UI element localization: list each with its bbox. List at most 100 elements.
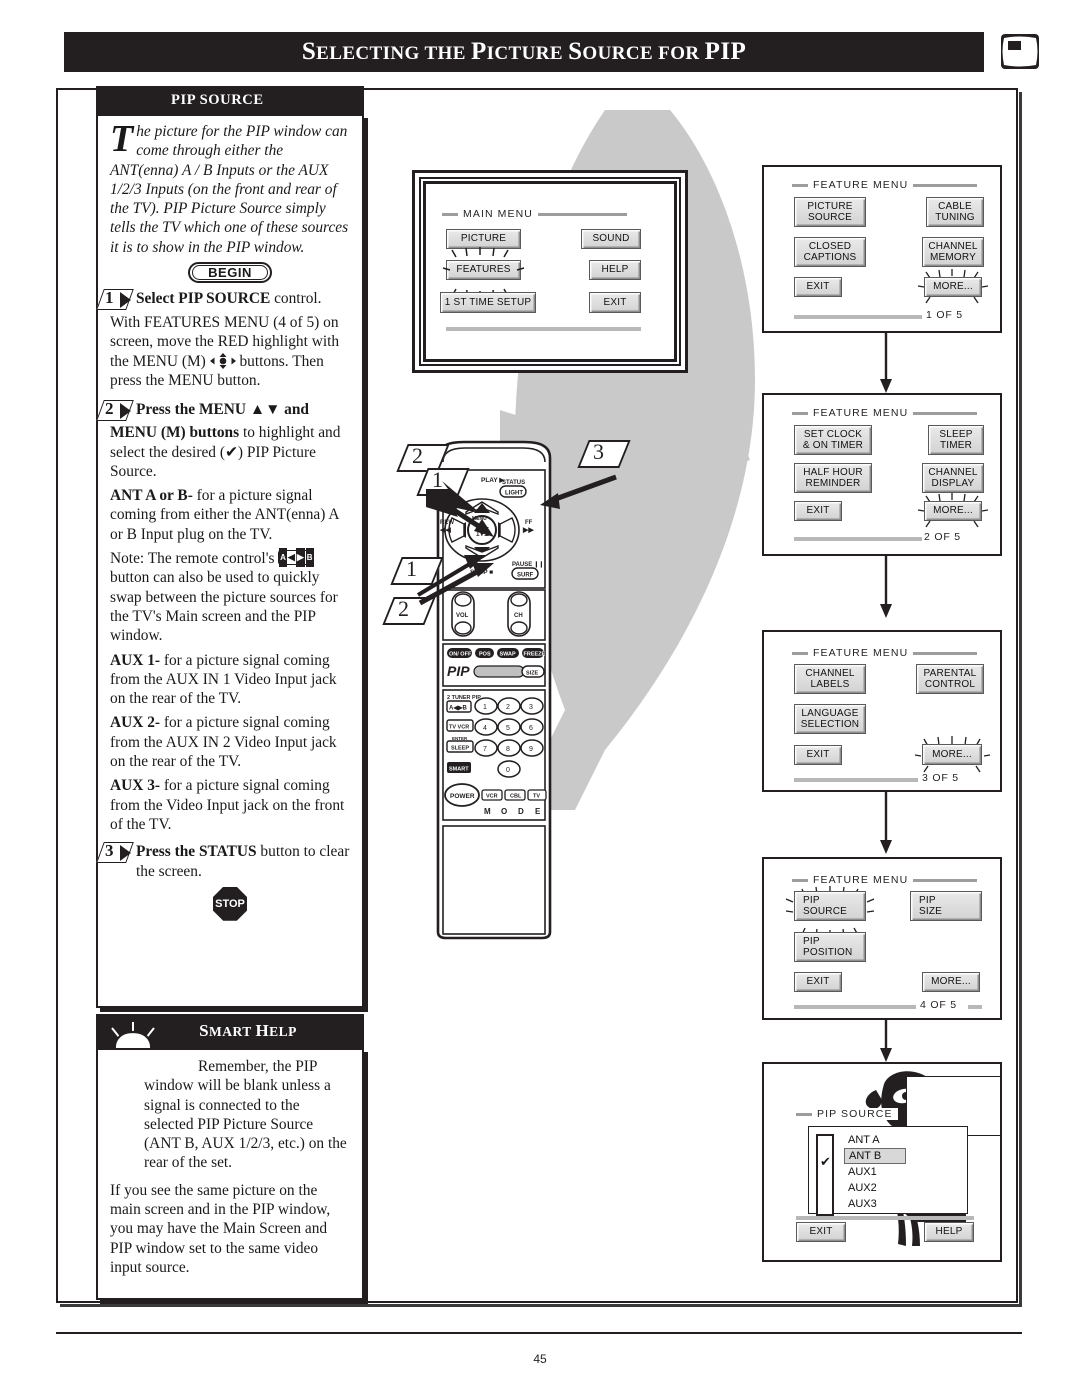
step-1-rest: control.: [270, 290, 322, 308]
feature-menu-1-exit-button[interactable]: EXIT: [794, 277, 842, 297]
feature-menu-2-half-hour-reminder-label: HALF HOUR REMINDER: [803, 466, 863, 490]
feature-menu-4-pip-source-button[interactable]: PIP SOURCE: [794, 891, 866, 921]
feature-menu-2-exit-button[interactable]: EXIT: [794, 501, 842, 521]
svg-text:2 TUNER PIP: 2 TUNER PIP: [447, 695, 481, 701]
feature-menu-2-sleep-timer-button[interactable]: SLEEP TIMER: [928, 425, 984, 455]
feature-menu-1-picture-source-label: PICTURE SOURCE: [807, 200, 853, 224]
feature-menu-2-channel-display-label: CHANNEL DISPLAY: [928, 466, 978, 490]
svg-text:6: 6: [529, 725, 533, 732]
svg-text:PIP: PIP: [447, 663, 470, 679]
feature-menu-3-exit-label: EXIT: [806, 749, 830, 761]
feature-menu-3-language-selection-button[interactable]: LANGUAGE SELECTION: [794, 704, 866, 734]
feature-menu-1-closed-captions-button[interactable]: CLOSED CAPTIONS: [794, 237, 866, 267]
svg-text:O: O: [501, 807, 507, 816]
feature-menu-1-title: FEATURE MENU: [792, 179, 977, 191]
feature-menu-4-pip-position-label: PIP POSITION: [803, 935, 853, 959]
flow-arrow-2-to-3: [880, 556, 892, 618]
feature-menu-3-channel-labels-button[interactable]: CHANNEL LABELS: [794, 664, 866, 694]
pip-option-ant-a-label: ANT A: [848, 1134, 880, 1146]
main-menu-features-button[interactable]: FEATURES: [446, 260, 521, 280]
feature-menu-3-parental-control-label: PARENTAL CONTROL: [923, 667, 977, 691]
feature-menu-4-more-button[interactable]: MORE...: [922, 972, 980, 992]
smart-help-paragraph-1: Remember, the PIP window will be blank u…: [110, 1057, 350, 1173]
feature-menu-1-exit-label: EXIT: [806, 281, 830, 293]
feature-menu-1-more-button[interactable]: MORE...: [924, 277, 982, 297]
step-2-body: MENU (M) buttons to highlight and select…: [110, 423, 350, 481]
step-1-body: With FEATURES MENU (4 of 5) on screen, m…: [110, 313, 350, 390]
pip-option-ant-b[interactable]: ANT B: [844, 1148, 906, 1164]
main-menu-sound-label: SOUND: [592, 233, 630, 245]
svg-text:3: 3: [529, 704, 533, 711]
svg-text:FREEZE: FREEZE: [524, 652, 546, 658]
feature-menu-2-more-button[interactable]: MORE...: [924, 501, 982, 521]
pip-source-exit-button[interactable]: EXIT: [796, 1222, 846, 1242]
main-menu-sound-button[interactable]: SOUND: [581, 229, 641, 249]
flow-arrow-1-to-2: [880, 333, 892, 393]
svg-text:9: 9: [529, 746, 533, 753]
svg-text:POWER: POWER: [450, 793, 475, 800]
main-menu-picture-button[interactable]: PICTURE: [446, 229, 521, 249]
step-1-number-badge: 1: [96, 288, 136, 311]
feature-menu-4-pip-size-button[interactable]: PIP SIZE: [910, 891, 982, 921]
step-2: 2 Press the MENU ▲▼ and: [96, 399, 350, 422]
pip-tv-icon: [1001, 34, 1039, 69]
pip-option-ant-a[interactable]: ANT A: [844, 1132, 906, 1148]
feature-menu-2-channel-display-button[interactable]: CHANNEL DISPLAY: [922, 463, 984, 493]
svg-text:ON/ OFF: ON/ OFF: [449, 652, 472, 658]
feature-menu-4-page-count: 4 OF 5: [920, 999, 957, 1011]
pip-option-aux3[interactable]: AUX3: [844, 1196, 906, 1212]
feature-menu-4-more-label: MORE...: [931, 976, 971, 988]
smart-help-panel: Remember, the PIP window will be blank u…: [96, 1048, 364, 1300]
aux1-paragraph: AUX 1- for a picture signal coming from …: [110, 651, 350, 709]
svg-text:A◀▶B: A◀▶B: [449, 705, 468, 712]
step-3-number: 3: [105, 841, 114, 861]
aux2-paragraph: AUX 2- for a picture signal coming from …: [110, 713, 350, 771]
feature-menu-2-set-clock-button[interactable]: SET CLOCK & ON TIMER: [794, 425, 872, 455]
feature-menu-3-parental-control-button[interactable]: PARENTAL CONTROL: [916, 664, 984, 694]
svg-text:7: 7: [483, 746, 487, 753]
svg-text:SIZE: SIZE: [526, 671, 539, 677]
svg-text:M: M: [484, 807, 491, 816]
feature-menu-4-exit-label: EXIT: [806, 976, 830, 988]
left-instruction-panel: The picture for the PIP window can come …: [96, 114, 364, 1008]
pip-option-aux1[interactable]: AUX1: [844, 1164, 906, 1180]
feature-menu-4-pip-source-label: PIP SOURCE: [803, 894, 847, 918]
tv-main-menu-illustration: MAIN MENU PICTURE FEATURES 1 ST TIME SET…: [412, 170, 688, 373]
main-menu-features-label: FEATURES: [456, 264, 511, 276]
svg-text:8: 8: [506, 746, 510, 753]
step-3: 3 Press the STATUS button to clear the s…: [96, 841, 350, 881]
check-column: ✔: [816, 1134, 834, 1216]
feature-menu-1-cable-tuning-button[interactable]: CABLE TUNING: [926, 197, 984, 227]
note-paragraph: Note: The remote control's A ◀ ▶ B button c…: [110, 547, 350, 645]
feature-menu-1-picture-source-button[interactable]: PICTURE SOURCE: [794, 197, 866, 227]
feature-menu-2-exit-label: EXIT: [806, 505, 830, 517]
feature-menu-3-more-button[interactable]: MORE...: [922, 744, 982, 765]
feature-menu-3-exit-button[interactable]: EXIT: [794, 745, 842, 765]
pip-option-aux2[interactable]: AUX2: [844, 1180, 906, 1196]
feature-menu-2-frame: FEATURE MENU SET CLOCK & ON TIMER HALF H…: [762, 393, 1002, 556]
aux1-label: AUX 1-: [110, 651, 161, 669]
ant-label: ANT A or B-: [110, 487, 193, 505]
main-menu-exit-button[interactable]: EXIT: [589, 292, 641, 313]
feature-menu-2-sleep-timer-label: SLEEP TIMER: [939, 428, 973, 452]
main-menu-first-time-setup-button[interactable]: 1 ST TIME SETUP: [440, 292, 536, 313]
drop-cap: T: [110, 118, 134, 160]
feature-menu-2-half-hour-reminder-button[interactable]: HALF HOUR REMINDER: [794, 463, 872, 493]
smart-help-text-1: Remember, the PIP window will be blank u…: [144, 1058, 347, 1172]
feature-menu-4-pip-position-button[interactable]: PIP POSITION: [794, 932, 866, 962]
feature-menu-3-channel-labels-label: CHANNEL LABELS: [805, 667, 855, 691]
feature-menu-1-channel-memory-button[interactable]: CHANNEL MEMORY: [922, 237, 984, 267]
feature-menu-4-exit-button[interactable]: EXIT: [794, 972, 842, 992]
svg-text:0: 0: [506, 767, 510, 774]
feature-menu-1-title-label: FEATURE MENU: [813, 179, 909, 191]
main-menu-picture-label: PICTURE: [460, 233, 507, 245]
smart-help-paragraph-2: If you see the same picture on the main …: [110, 1181, 350, 1277]
svg-text:ENTER: ENTER: [452, 736, 468, 741]
begin-label: BEGIN: [208, 265, 252, 281]
main-menu-help-button[interactable]: HELP: [589, 260, 641, 280]
step-2-bold: Press the MENU ▲▼ and: [136, 401, 309, 419]
pip-source-screen-frame: PIP SOURCE ✔ ANT A ANT B AUX1 AUX2 AUX3 …: [762, 1062, 1002, 1262]
pip-source-help-button[interactable]: HELP: [924, 1222, 974, 1242]
page-title: SELECTING THE PICTURE SOURCE FOR PIP: [301, 38, 747, 65]
note-pre-text: Note: The remote control's: [110, 550, 275, 568]
